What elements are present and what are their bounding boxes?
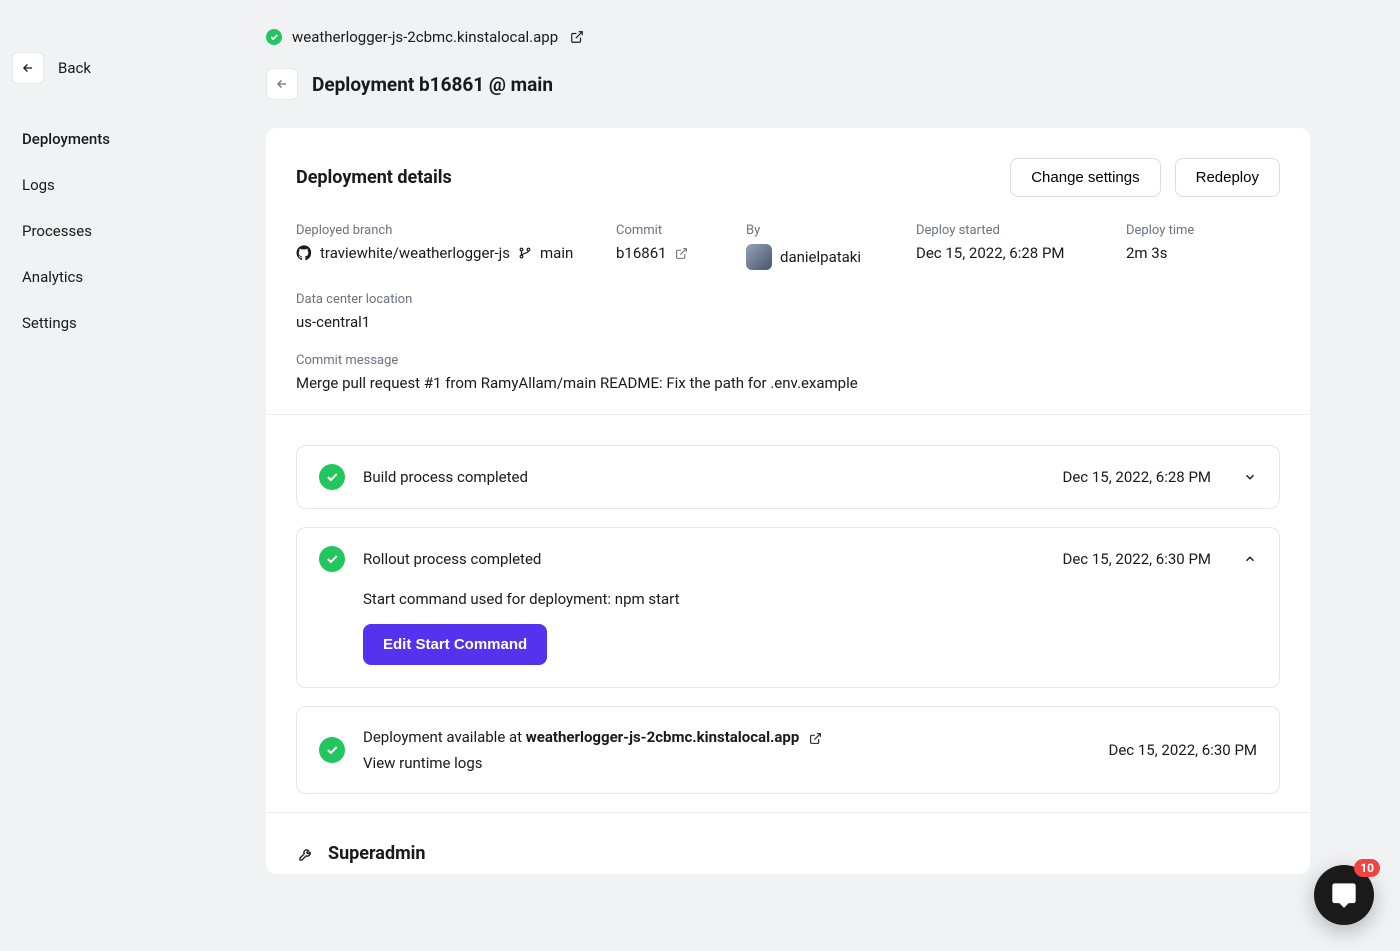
back-button[interactable]	[12, 52, 44, 84]
step-rollout-title: Rollout process completed	[363, 550, 1045, 568]
external-link-icon[interactable]	[570, 30, 584, 44]
label-branch: Deployed branch	[296, 223, 616, 238]
status-success-icon	[266, 29, 282, 45]
check-circle-icon	[319, 546, 345, 572]
external-link-icon[interactable]	[675, 247, 688, 260]
sidebar-item-settings[interactable]: Settings	[12, 300, 254, 346]
label-message: Commit message	[296, 353, 1280, 368]
sidebar-item-logs[interactable]: Logs	[12, 162, 254, 208]
author-name: danielpataki	[780, 248, 861, 266]
label-commit: Commit	[616, 223, 746, 238]
chevron-down-icon[interactable]	[1243, 470, 1257, 484]
chat-badge: 10	[1354, 859, 1380, 877]
label-started: Deploy started	[916, 223, 1126, 238]
divider	[266, 414, 1310, 415]
main-content: weatherlogger-js-2cbmc.kinstalocal.app D…	[266, 0, 1400, 874]
avatar	[746, 244, 772, 270]
arrow-left-icon	[275, 77, 289, 91]
external-link-icon[interactable]	[809, 732, 822, 745]
arrow-left-icon	[21, 61, 35, 75]
sidebar: Back Deployments Logs Processes Analytic…	[0, 0, 266, 874]
section-title: Deployment details	[296, 167, 452, 188]
step-build-title: Build process completed	[363, 468, 1045, 486]
wrench-icon	[298, 846, 314, 862]
sidebar-item-deployments[interactable]: Deployments	[12, 116, 254, 162]
check-circle-icon	[319, 464, 345, 490]
back-label: Back	[58, 59, 91, 77]
chevron-up-icon[interactable]	[1243, 552, 1257, 566]
label-time: Deploy time	[1126, 223, 1280, 238]
commit-link[interactable]: b16861	[616, 244, 667, 262]
rollout-body-text: Start command used for deployment: npm s…	[363, 590, 1257, 608]
step-rollout-time: Dec 15, 2022, 6:30 PM	[1063, 550, 1212, 568]
check-circle-icon	[319, 737, 345, 763]
label-by: By	[746, 223, 916, 238]
github-icon	[296, 245, 312, 261]
repo-link[interactable]: traviewhite/weatherlogger-js	[320, 244, 510, 262]
deployment-card: Deployment details Change settings Redep…	[266, 128, 1310, 874]
view-runtime-logs-link[interactable]: View runtime logs	[363, 751, 1091, 775]
redeploy-button[interactable]: Redeploy	[1175, 158, 1280, 197]
sidebar-item-analytics[interactable]: Analytics	[12, 254, 254, 300]
edit-start-command-button[interactable]: Edit Start Command	[363, 624, 547, 665]
step-build-time: Dec 15, 2022, 6:28 PM	[1063, 468, 1212, 486]
page-title: Deployment b16861 @ main	[312, 73, 553, 96]
commit-message: Merge pull request #1 from RamyAllam/mai…	[296, 374, 1280, 392]
duration-value: 2m 3s	[1126, 244, 1280, 262]
chat-icon	[1330, 881, 1358, 909]
chat-launcher[interactable]: 10	[1314, 865, 1374, 925]
superadmin-title: Superadmin	[328, 843, 426, 864]
change-settings-button[interactable]: Change settings	[1010, 158, 1160, 197]
deploy-prefix: Deployment available at	[363, 728, 526, 746]
app-url-link[interactable]: weatherlogger-js-2cbmc.kinstalocal.app	[292, 28, 558, 46]
step-deploy-time: Dec 15, 2022, 6:30 PM	[1109, 741, 1258, 759]
title-back-button[interactable]	[266, 68, 298, 100]
sidebar-item-processes[interactable]: Processes	[12, 208, 254, 254]
label-location: Data center location	[296, 292, 1280, 307]
step-build: Build process completed Dec 15, 2022, 6:…	[296, 445, 1280, 509]
step-rollout: Rollout process completed Dec 15, 2022, …	[296, 527, 1280, 688]
git-branch-icon	[518, 246, 532, 260]
step-deploy: Deployment available at weatherlogger-js…	[296, 706, 1280, 794]
deploy-url-link[interactable]: weatherlogger-js-2cbmc.kinstalocal.app	[526, 728, 800, 746]
started-value: Dec 15, 2022, 6:28 PM	[916, 244, 1126, 262]
location-value: us-central1	[296, 313, 1280, 331]
divider	[266, 812, 1310, 813]
branch-name: main	[540, 244, 573, 262]
